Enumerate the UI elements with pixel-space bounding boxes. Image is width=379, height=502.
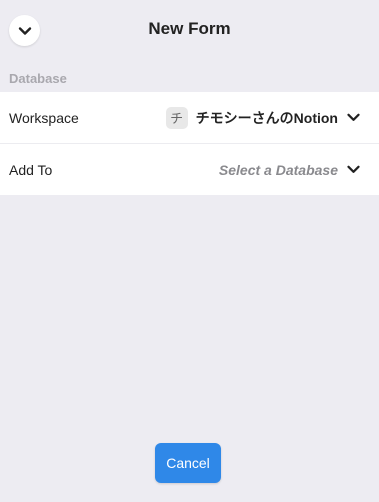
workspace-name: チモシーさんのNotion — [195, 109, 338, 126]
chevron-down-icon — [347, 113, 360, 122]
form-settings-card: Workspace チ チモシーさんのNotion Add To Select … — [0, 92, 379, 195]
add-to-row: Add To Select a Database — [0, 143, 379, 195]
section-label-database: Database — [9, 71, 67, 86]
workspace-row: Workspace チ チモシーさんのNotion — [0, 92, 379, 143]
add-to-label: Add To — [9, 161, 53, 178]
database-placeholder: Select a Database — [218, 161, 338, 178]
workspace-label: Workspace — [9, 109, 79, 126]
workspace-avatar: チ — [165, 106, 188, 129]
cancel-button[interactable]: Cancel — [155, 443, 221, 483]
chevron-down-icon — [347, 165, 360, 174]
header: New Form — [0, 0, 379, 62]
database-select[interactable]: Select a Database — [219, 162, 360, 178]
workspace-select[interactable]: チ チモシーさんのNotion — [165, 106, 360, 129]
page-title: New Form — [148, 19, 231, 38]
